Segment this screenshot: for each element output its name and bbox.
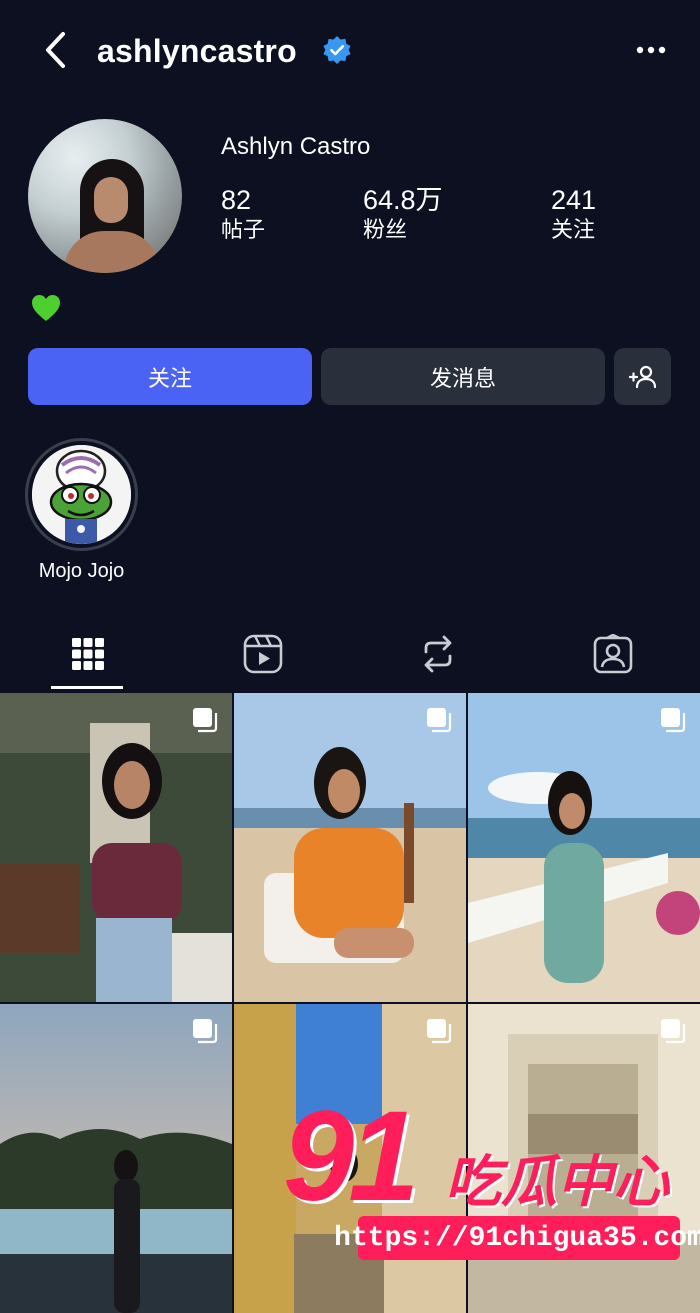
tagged-icon — [593, 634, 632, 674]
stat-followers-label: 粉丝 — [363, 217, 408, 242]
reels-icon — [243, 634, 282, 674]
stat-following-value: 241 — [551, 185, 597, 215]
chevron-left-icon — [46, 32, 65, 68]
stat-following[interactable]: 241 关注 — [551, 184, 596, 244]
post-thumbnail[interactable] — [468, 693, 700, 1002]
back-button[interactable] — [36, 28, 76, 72]
story-highlight[interactable] — [25, 438, 138, 551]
more-options-button[interactable] — [628, 32, 674, 68]
profile-full-name: Ashlyn Castro — [221, 133, 371, 160]
suggest-accounts-button[interactable] — [614, 348, 671, 405]
watermark-number: 91 — [283, 1085, 419, 1228]
carousel-icon — [193, 1019, 218, 1044]
stat-posts-label: 帖子 — [221, 217, 266, 242]
stat-followers[interactable]: 64.8万 粉丝 — [363, 184, 443, 244]
tab-tagged[interactable] — [525, 624, 700, 684]
tab-reels[interactable] — [175, 624, 350, 684]
highlight-label: Mojo Jojo — [38, 560, 125, 582]
message-button[interactable]: 发消息 — [321, 348, 605, 405]
carousel-icon — [427, 1019, 452, 1044]
active-tab-indicator — [51, 686, 123, 689]
post-thumbnail[interactable] — [0, 693, 232, 1002]
bio-green-heart-icon — [30, 292, 62, 324]
post-thumbnail[interactable] — [234, 693, 466, 1002]
tab-posts-grid[interactable] — [0, 624, 175, 684]
grid-icon — [71, 638, 104, 670]
carousel-icon — [661, 708, 686, 733]
tab-reposts[interactable] — [350, 624, 525, 684]
more-horizontal-icon — [636, 46, 666, 54]
watermark-url: https://91chigua35.com — [334, 1216, 700, 1260]
add-person-icon — [628, 365, 656, 388]
stat-posts-value: 82 — [221, 185, 252, 215]
watermark-text: 吃瓜中心 — [445, 1150, 669, 1213]
carousel-icon — [427, 708, 452, 733]
verified-badge-icon — [322, 35, 352, 65]
stat-posts[interactable]: 82 帖子 — [221, 184, 265, 244]
follow-button[interactable]: 关注 — [28, 348, 312, 405]
carousel-icon — [661, 1019, 686, 1044]
carousel-icon — [193, 708, 218, 733]
stat-followers-value: 64.8万 — [363, 185, 443, 215]
highlight-cover-image — [32, 445, 131, 544]
post-thumbnail[interactable] — [0, 1004, 232, 1313]
profile-username: ashlyncastro — [97, 33, 297, 69]
profile-avatar[interactable] — [28, 119, 182, 273]
repost-icon — [424, 635, 451, 673]
stat-following-label: 关注 — [551, 217, 596, 242]
